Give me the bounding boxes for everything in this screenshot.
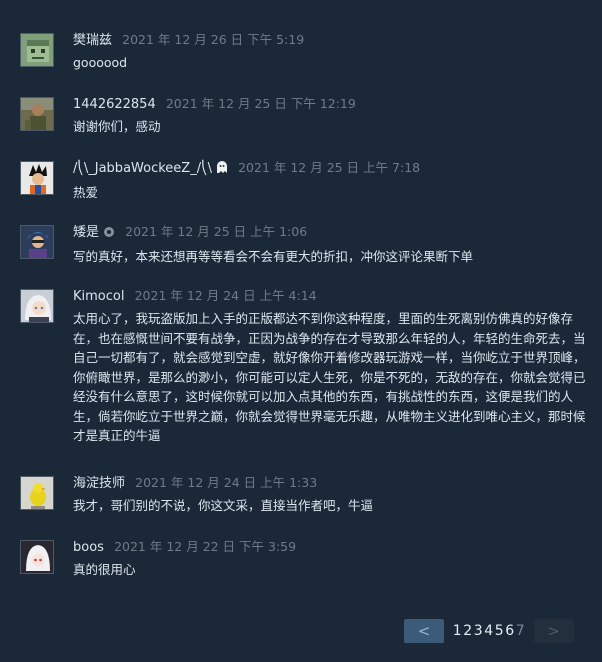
comment-timestamp: 2021 年 12 月 22 日 下午 3:59 (114, 539, 297, 554)
comment-text: 我才，哥们别的不说，你这文采，直接当作者吧，牛逼 (73, 498, 374, 513)
comment-text: 真的很用心 (73, 562, 136, 577)
avatar[interactable] (20, 289, 54, 323)
comment-text: 太用心了，我玩盗版加上入手的正版都达不到你这种程度，里面的生死离别仿佛真的好像存… (73, 311, 586, 443)
comment-timestamp: 2021 年 12 月 25 日 下午 12:19 (165, 96, 356, 111)
chevron-left-icon: < (417, 622, 431, 640)
page-link-6[interactable]: 6 (505, 623, 516, 639)
comment-author[interactable]: Kimocol (73, 289, 124, 304)
page-link-4[interactable]: 4 (484, 623, 495, 639)
pagination: < 1 2 3 4 5 6 7 > (404, 619, 574, 643)
comment-timestamp: 2021 年 12 月 25 日 上午 1:06 (125, 224, 308, 239)
avatar[interactable] (20, 225, 54, 259)
page-link-2[interactable]: 2 (463, 623, 474, 639)
chevron-right-icon: > (547, 622, 560, 640)
prev-page-button[interactable]: < (404, 619, 444, 643)
avatar[interactable] (20, 161, 54, 195)
page-link-3[interactable]: 3 (473, 623, 484, 639)
comment-author[interactable]: 矮是 (73, 225, 99, 240)
page-numbers: 1 2 3 4 5 6 7 (452, 623, 526, 639)
comment-timestamp: 2021 年 12 月 24 日 上午 4:14 (134, 288, 317, 303)
page-link-5[interactable]: 5 (494, 623, 505, 639)
comment-author[interactable]: boos (73, 540, 104, 555)
comment-text: 写的真好，本来还想再等等看会不会有更大的折扣，冲你这评论果断下单 (73, 249, 474, 264)
comment-text: 谢谢你们，感动 (73, 119, 161, 134)
page-link-7[interactable]: 7 (515, 623, 526, 639)
avatar[interactable] (20, 97, 54, 131)
next-page-button[interactable]: > (533, 619, 574, 643)
comment-timestamp: 2021 年 12 月 26 日 下午 5:19 (122, 32, 305, 47)
ghost-icon (216, 160, 228, 180)
avatar[interactable] (20, 33, 54, 67)
comment-author[interactable]: /⎝\_JabbaWockeeZ_/⎝\ (73, 161, 212, 176)
comment-text: 热爱 (73, 185, 99, 200)
comment-text: goooood (73, 55, 128, 70)
avatar[interactable] (20, 540, 54, 574)
comment-author[interactable]: 海淀技师 (73, 476, 125, 491)
comment-author[interactable]: 1442622854 (73, 97, 156, 112)
gear-icon (103, 226, 115, 244)
avatar[interactable] (20, 476, 54, 510)
comment-timestamp: 2021 年 12 月 25 日 上午 7:18 (238, 160, 421, 175)
comment-author[interactable]: 樊瑞兹 (73, 33, 112, 48)
comments-panel: 樊瑞兹 2021 年 12 月 26 日 下午 5:19 goooood 144… (0, 0, 602, 662)
comment-timestamp: 2021 年 12 月 24 日 上午 1:33 (135, 475, 318, 490)
page-link-1[interactable]: 1 (452, 623, 463, 639)
